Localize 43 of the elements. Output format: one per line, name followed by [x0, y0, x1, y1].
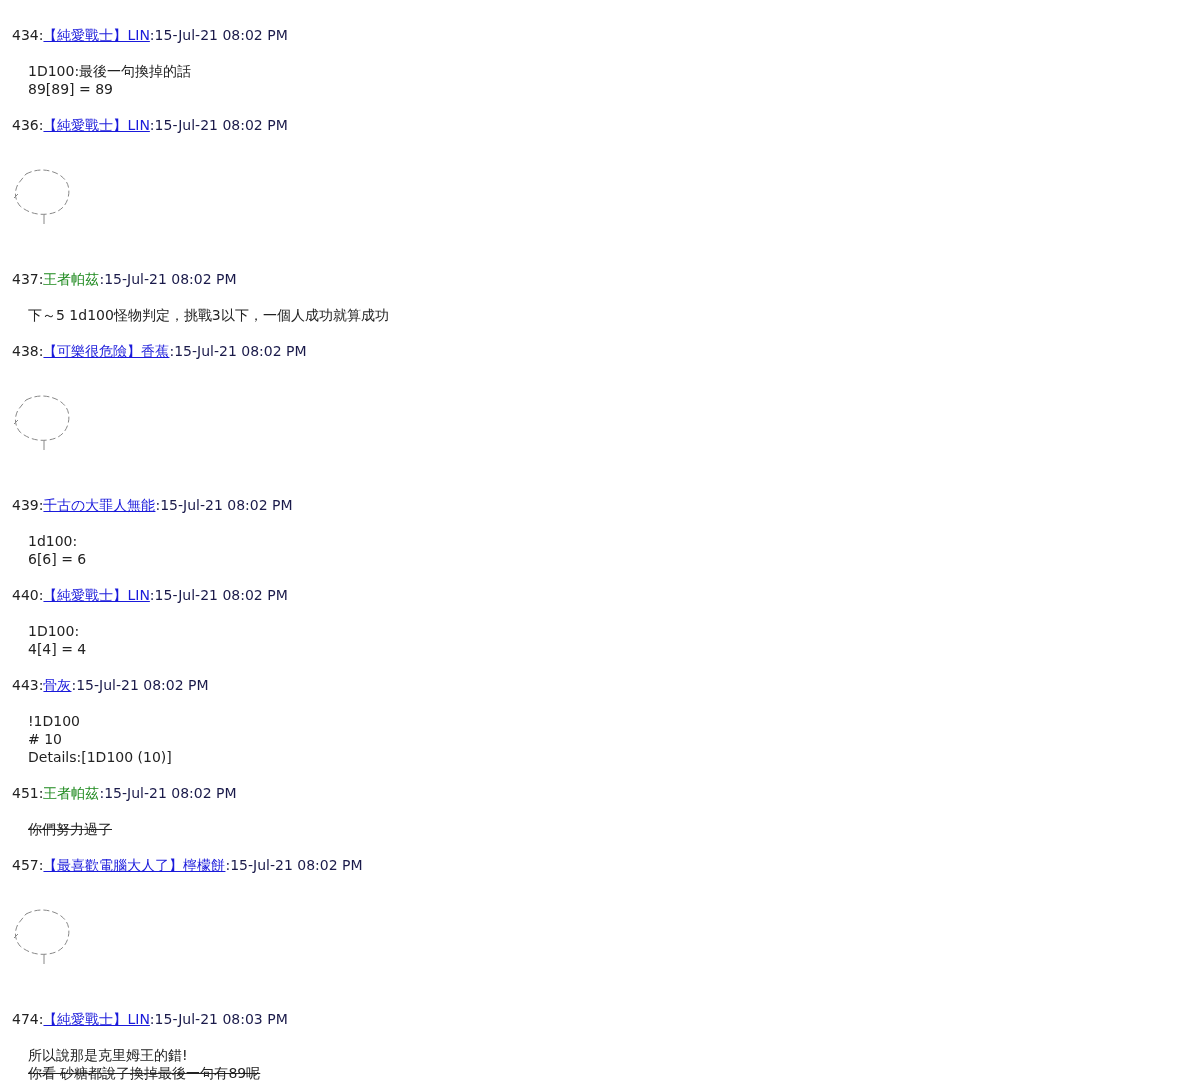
- author-name: 王者帕茲: [43, 785, 100, 801]
- post-text: 1D100:: [28, 622, 80, 640]
- post-number: 474:: [12, 1011, 44, 1027]
- post-date: :15-Jul-21 08:02 PM: [169, 343, 307, 359]
- post-date: :15-Jul-21 08:02 PM: [225, 857, 363, 873]
- post-number: 451:: [12, 785, 44, 801]
- post-number: 436:: [12, 117, 44, 133]
- post-date: :15-Jul-21 08:02 PM: [99, 785, 237, 801]
- post-date: :15-Jul-21 08:02 PM: [71, 677, 209, 693]
- post-text: 89[89] = 89: [28, 80, 113, 98]
- post-date: :15-Jul-21 08:02 PM: [149, 27, 288, 43]
- author-link[interactable]: 【純愛戰士】LIN: [43, 117, 150, 133]
- author-link[interactable]: 骨灰: [43, 677, 72, 693]
- post-text: 所以說那是克里姆王的錯!: [28, 1046, 188, 1064]
- post-text: 6[6] = 6: [28, 550, 87, 568]
- author-link[interactable]: 【純愛戰士】LIN: [43, 587, 150, 603]
- post-text: # 10: [28, 730, 62, 748]
- post-number: 443:: [12, 677, 44, 693]
- author-link[interactable]: 【純愛戰士】LIN: [43, 27, 150, 43]
- author-link[interactable]: 【純愛戰士】LIN: [43, 1011, 150, 1027]
- post-number: 438:: [12, 343, 44, 359]
- post-number: 440:: [12, 587, 44, 603]
- author-link[interactable]: 【最喜歡電腦大人了】檸檬餅: [43, 857, 226, 873]
- post-text: 4[4] = 4: [28, 640, 87, 658]
- post-number: 457:: [12, 857, 44, 873]
- post-date: :15-Jul-21 08:02 PM: [99, 271, 237, 287]
- post-number: 437:: [12, 271, 44, 287]
- post-text: 你看 砂糖都說了換掉最後一句有89呢: [28, 1064, 261, 1082]
- post-text: Details:[1D100 (10)]: [28, 748, 172, 766]
- post-date: :15-Jul-21 08:02 PM: [155, 497, 293, 513]
- post-number: 439:: [12, 497, 44, 513]
- author-link[interactable]: 【可樂很危險】香蕉: [43, 343, 170, 359]
- post-text: 1d100:: [28, 532, 78, 550]
- post-number: 434:: [12, 27, 44, 43]
- post-date: :15-Jul-21 08:02 PM: [149, 117, 288, 133]
- post-text: 你們努力過了: [28, 820, 112, 838]
- post-text: 1D100:最後一句換掉的話: [28, 62, 192, 80]
- post-text: !1D100: [28, 712, 81, 730]
- post-date: :15-Jul-21 08:03 PM: [149, 1011, 288, 1027]
- author-name: 王者帕茲: [43, 271, 100, 287]
- author-link[interactable]: 千古の大罪人無能: [43, 497, 156, 513]
- post-date: :15-Jul-21 08:02 PM: [149, 587, 288, 603]
- post-text: 下～5 1d100怪物判定，挑戰3以下，一個人成功就算成功: [28, 306, 389, 324]
